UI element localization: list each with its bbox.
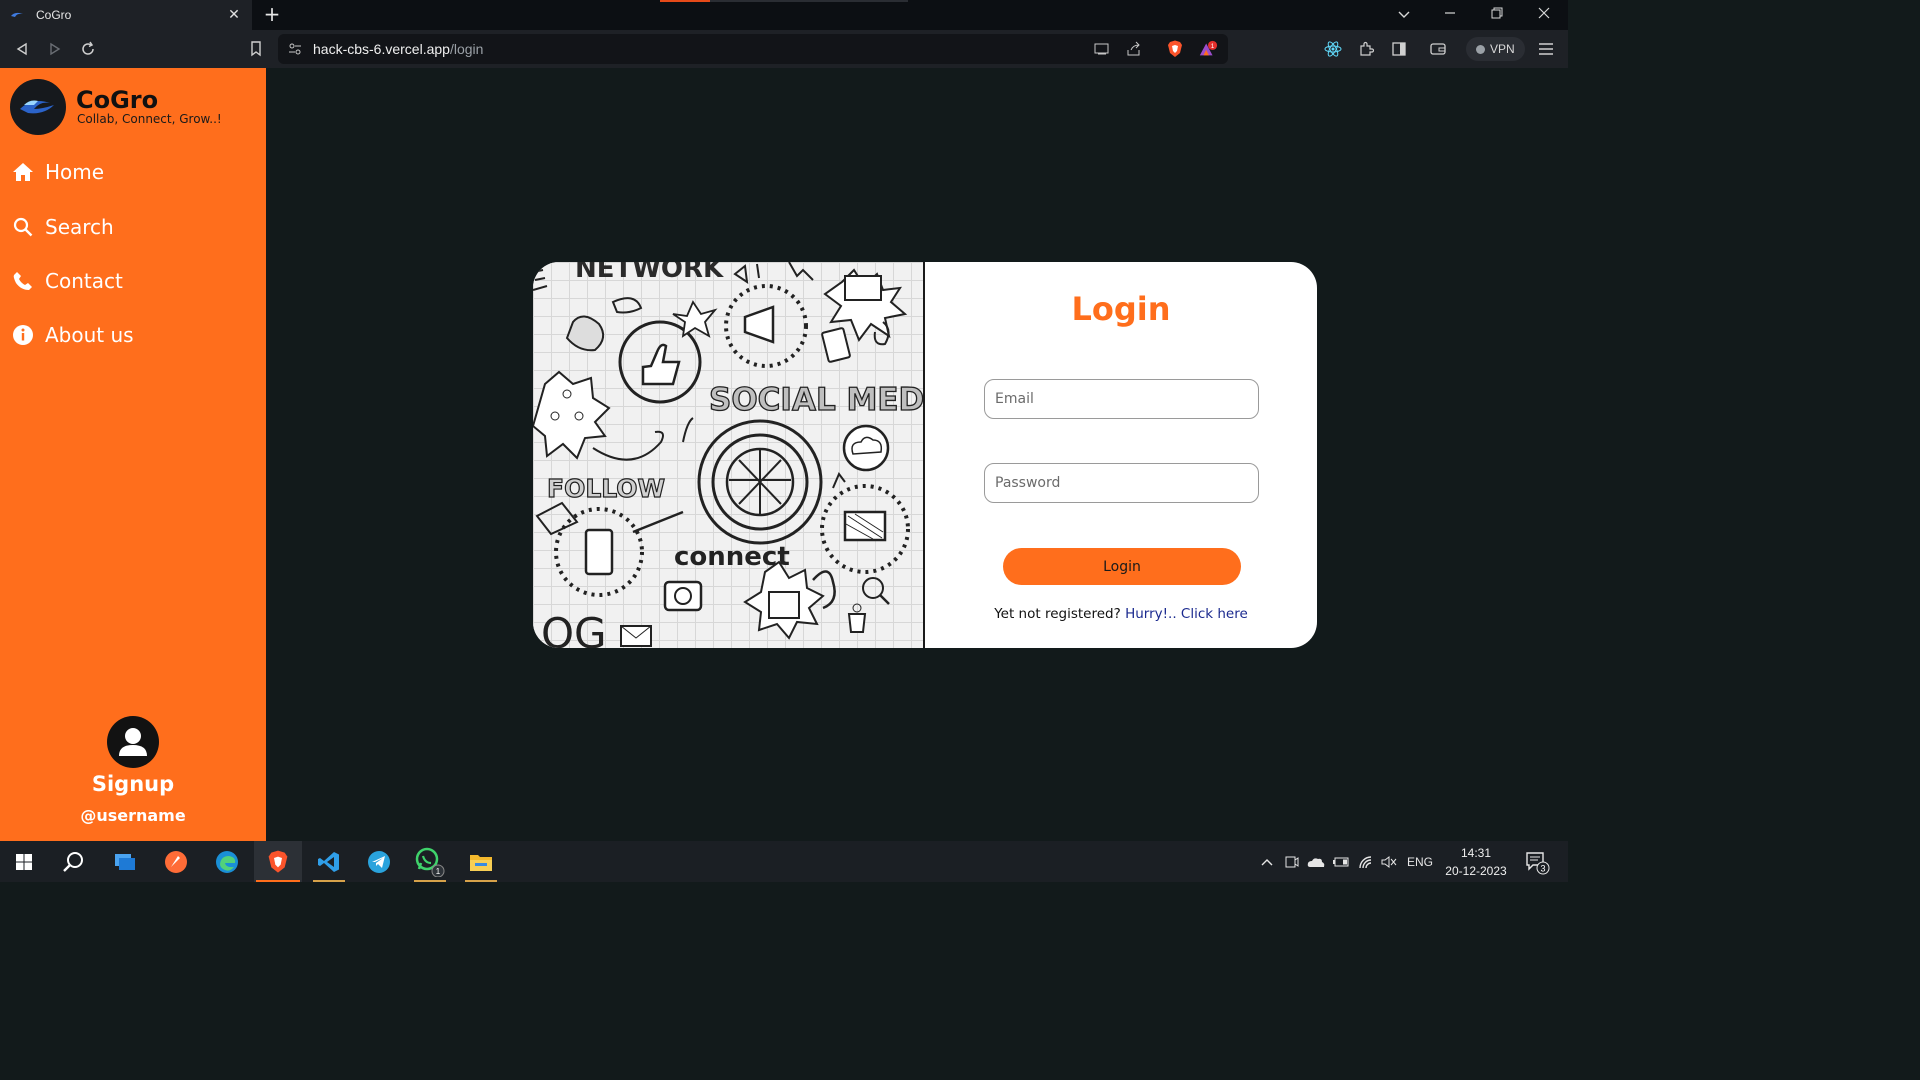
reload-icon[interactable]	[78, 39, 98, 59]
browser-toolbar: hack-cbs-6.vercel.app/login 1 VPN	[0, 30, 1568, 68]
cogro-logo[interactable]	[10, 79, 66, 135]
nav-label: Home	[45, 160, 105, 184]
site-settings-icon[interactable]	[288, 42, 302, 56]
brand-name: CoGro	[76, 86, 159, 114]
svg-text:FOLLOW: FOLLOW	[547, 474, 665, 503]
vpn-label: VPN	[1490, 42, 1515, 56]
wifi-icon[interactable]	[1355, 841, 1377, 882]
wallet-icon[interactable]	[1428, 39, 1448, 59]
brave-shields-icon[interactable]	[1165, 39, 1185, 59]
tab-search-chevron-icon[interactable]	[1392, 4, 1416, 26]
taskbar-search-icon[interactable]	[50, 841, 98, 882]
whatsapp-icon[interactable]: 1	[406, 841, 454, 882]
url-text: hack-cbs-6.vercel.app/login	[313, 41, 483, 57]
social-media-illustration: NETWORK SOCIAL MEDIA FOLLOW connect	[533, 262, 925, 648]
nav-item-about[interactable]: About us	[12, 320, 134, 350]
signup-link[interactable]: Signup	[0, 772, 266, 796]
register-link[interactable]: Hurry!.. Click here	[1125, 606, 1248, 622]
svg-text:OG: OG	[541, 609, 607, 648]
tray-overflow-icon[interactable]	[1257, 841, 1277, 882]
profile-section: Signup @username	[0, 716, 266, 825]
brave-rewards-icon[interactable]: 1	[1198, 39, 1218, 59]
username-label: @username	[80, 806, 186, 825]
react-devtools-icon[interactable]	[1323, 39, 1343, 59]
search-icon	[12, 216, 34, 238]
loading-indicator	[660, 0, 908, 2]
svg-text:NETWORK: NETWORK	[575, 262, 724, 284]
vscode-icon[interactable]	[305, 841, 353, 882]
language-indicator[interactable]: ENG	[1404, 841, 1436, 882]
nav-label: Contact	[45, 269, 123, 293]
volume-muted-icon[interactable]	[1379, 841, 1399, 882]
info-icon	[12, 324, 34, 346]
register-text: Yet not registered?	[994, 606, 1121, 622]
browser-tab[interactable]: CoGro ✕	[0, 0, 252, 30]
taskbar-clock[interactable]: 14:31 20-12-2023	[1440, 844, 1512, 880]
clock-date: 20-12-2023	[1445, 864, 1507, 878]
svg-text:1: 1	[436, 867, 441, 876]
svg-text:SOCIAL MEDIA: SOCIAL MEDIA	[709, 382, 925, 418]
windows-start-icon[interactable]	[0, 841, 48, 882]
cogro-favicon-icon	[11, 12, 23, 17]
svg-text:3: 3	[1540, 863, 1545, 873]
windows-taskbar: 1 ENG 14:31 20-12-2023 3	[0, 841, 1568, 882]
avatar-icon[interactable]	[107, 716, 159, 768]
new-tab-button[interactable]: +	[262, 4, 282, 24]
url-path: /login	[449, 41, 484, 57]
browser-tab-bar: CoGro ✕ +	[0, 0, 1568, 30]
extensions-icon[interactable]	[1356, 39, 1376, 59]
cast-icon[interactable]	[1092, 39, 1112, 59]
home-icon	[12, 161, 34, 183]
login-button[interactable]: Login	[1003, 548, 1241, 585]
svg-text:1: 1	[1211, 43, 1215, 50]
brave-browser-icon[interactable]	[254, 841, 302, 882]
nav-label: Search	[45, 215, 114, 239]
email-field[interactable]	[984, 379, 1259, 419]
clock-time: 14:31	[1460, 846, 1492, 860]
bookmark-icon[interactable]	[246, 39, 266, 59]
login-title: Login	[1071, 290, 1171, 328]
telegram-icon[interactable]	[355, 841, 403, 882]
vpn-button[interactable]: VPN	[1466, 37, 1525, 61]
nav-item-home[interactable]: Home	[12, 157, 104, 187]
nav-label: About us	[45, 323, 134, 347]
file-explorer-icon[interactable]	[457, 841, 505, 882]
register-prompt: Yet not registered? Hurry!.. Click here	[925, 606, 1317, 622]
brand-tagline: Collab, Connect, Grow..!	[77, 112, 222, 126]
sidebar-toggle-icon[interactable]	[1389, 39, 1409, 59]
task-view-icon[interactable]	[101, 841, 149, 882]
sidebar: CoGro Collab, Connect, Grow..! Home Sear…	[0, 68, 266, 841]
onedrive-icon[interactable]	[1305, 841, 1327, 882]
login-card: NETWORK SOCIAL MEDIA FOLLOW connect	[533, 262, 1317, 648]
nav-item-search[interactable]: Search	[12, 212, 114, 242]
edge-icon[interactable]	[203, 841, 251, 882]
meet-now-icon[interactable]	[1282, 841, 1302, 882]
minimize-button[interactable]	[1438, 4, 1462, 26]
restore-button[interactable]	[1485, 4, 1509, 26]
password-field[interactable]	[984, 463, 1259, 503]
back-icon[interactable]	[12, 39, 32, 59]
tab-title: CoGro	[36, 8, 72, 22]
menu-icon[interactable]	[1536, 39, 1556, 59]
battery-icon[interactable]	[1330, 841, 1352, 882]
url-host: hack-cbs-6.vercel.app	[313, 41, 450, 57]
postman-icon[interactable]	[152, 841, 200, 882]
phone-icon	[12, 270, 34, 292]
notification-center-icon[interactable]: 3	[1522, 841, 1552, 882]
forward-icon[interactable]	[45, 39, 65, 59]
vpn-status-icon	[1476, 44, 1485, 54]
address-bar[interactable]: hack-cbs-6.vercel.app/login 1	[278, 34, 1228, 64]
close-window-button[interactable]	[1532, 4, 1556, 26]
tab-close-icon[interactable]: ✕	[226, 7, 242, 23]
share-icon[interactable]	[1124, 39, 1144, 59]
nav-item-contact[interactable]: Contact	[12, 266, 123, 296]
